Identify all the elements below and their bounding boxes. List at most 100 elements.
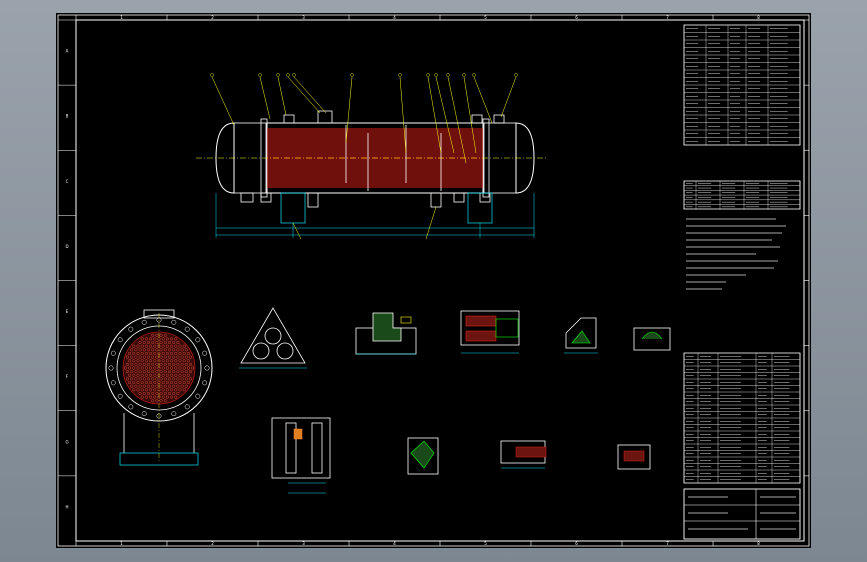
bolt-hole <box>117 337 123 343</box>
leader-line <box>473 76 493 124</box>
leader-balloon <box>258 73 262 77</box>
flange-bolt <box>400 316 412 324</box>
leader-line <box>399 76 407 154</box>
leader-balloon <box>398 73 402 77</box>
pitch-tube-3 <box>276 342 294 360</box>
detail-tube-joint <box>460 310 520 354</box>
right-bottom-nozzle <box>479 192 491 203</box>
border-number: 3 <box>302 541 305 546</box>
border-number: 6 <box>575 15 578 20</box>
border-letter: E <box>66 309 69 314</box>
leader-line <box>211 76 235 126</box>
leader-line <box>425 206 437 240</box>
border-number: 7 <box>666 541 669 546</box>
leader-line <box>435 76 455 154</box>
baffle-marker <box>293 428 303 440</box>
leader-balloon <box>472 73 476 77</box>
weld-2-bead <box>641 331 663 340</box>
bolt-hole <box>128 404 134 410</box>
pitch-tube-2 <box>252 342 270 360</box>
border-number: 3 <box>302 15 305 20</box>
border-number: 8 <box>757 15 760 20</box>
channel-vent-nozzle-right <box>471 114 483 124</box>
border-number: 1 <box>120 541 123 546</box>
pitch-triangle <box>240 307 306 364</box>
inner-border <box>75 19 805 542</box>
bolt-hole <box>141 411 147 417</box>
bolt-hole <box>195 393 201 399</box>
leader-balloon <box>426 73 430 77</box>
leader-balloon <box>514 73 518 77</box>
outer-border <box>57 14 810 547</box>
bolt-hole <box>171 411 177 417</box>
border-number: 5 <box>484 15 487 20</box>
leader-balloon <box>276 73 280 77</box>
saddle-support-left <box>280 192 306 224</box>
bolt-hole <box>141 319 147 325</box>
pitch-tube-1 <box>264 327 282 345</box>
bolt-hole <box>184 326 190 332</box>
flange-hub <box>372 312 402 342</box>
bolt-hole <box>108 365 114 371</box>
title-block-frame <box>683 488 801 540</box>
title-block <box>683 488 801 540</box>
detail-weld-4 <box>617 444 651 470</box>
border-number: 8 <box>757 541 760 546</box>
baffle-outline <box>271 417 331 479</box>
border-letter: B <box>66 114 69 119</box>
border-number: 6 <box>575 541 578 546</box>
shell-outlet-nozzle <box>307 192 319 208</box>
leader-line <box>447 76 467 164</box>
weld-3-bead <box>410 440 435 469</box>
nozzle-table <box>683 180 801 210</box>
left-drain-nozzle <box>260 192 272 203</box>
left-bottom-nozzle <box>240 192 254 203</box>
drawing-canvas[interactable]: 1 1 2 2 3 3 4 4 5 5 6 6 7 7 8 8 A B C D E F G H <box>56 13 811 548</box>
border-letter: D <box>65 244 68 249</box>
leader-line <box>427 76 442 154</box>
part-leader-lines <box>210 73 518 240</box>
weld-4-pipe <box>623 450 645 462</box>
tubesheet-end-view <box>105 309 213 466</box>
border-letter: A <box>66 49 69 54</box>
leader-balloon <box>350 73 354 77</box>
border-number: 2 <box>211 541 214 546</box>
joint-weld <box>495 318 519 338</box>
border-letter: C <box>66 179 69 184</box>
bolt-hole <box>202 350 208 356</box>
design-data-table <box>683 24 801 146</box>
detail-weld-3 <box>407 437 439 475</box>
leader-balloon <box>286 73 290 77</box>
leader-line <box>287 76 321 114</box>
leader-line <box>500 76 517 118</box>
leader-balloon <box>434 73 438 77</box>
border-letter: H <box>65 504 68 509</box>
bolt-hole <box>128 326 134 332</box>
detail-weld-2 <box>633 327 671 351</box>
border-number: 5 <box>484 541 487 546</box>
detail-flange-section <box>355 312 417 355</box>
border-number: 4 <box>393 541 396 546</box>
border-number: 4 <box>393 15 396 20</box>
leader-balloon <box>462 73 466 77</box>
leader-balloon <box>292 73 296 77</box>
border-ticks: 1 1 2 2 3 3 4 4 5 5 6 6 7 7 8 8 A B C D E F G H <box>58 15 809 546</box>
joint-tube-wall <box>465 315 497 327</box>
border-number: 1 <box>120 15 123 20</box>
leader-line <box>259 76 271 120</box>
bolt-hole <box>110 380 116 386</box>
drawing-sheet: 1 1 2 2 3 3 4 4 5 5 6 6 7 7 8 8 A B C D E F G H <box>56 13 811 548</box>
shell-outlet-nozzle-2 <box>430 192 442 208</box>
joint-tube-wall-2 <box>465 330 497 342</box>
border-letter: G <box>65 439 68 444</box>
bolt-hole <box>202 380 208 386</box>
leader-line <box>292 222 302 240</box>
border-letter: F <box>66 374 69 379</box>
parts-list-table <box>683 352 801 484</box>
leader-line <box>277 76 287 116</box>
detail-nozzle-joint <box>500 440 547 469</box>
bolt-hole <box>110 350 116 356</box>
bolt-hole <box>171 319 177 325</box>
baffle-right-bar <box>311 422 323 474</box>
bolt-hole <box>184 404 190 410</box>
